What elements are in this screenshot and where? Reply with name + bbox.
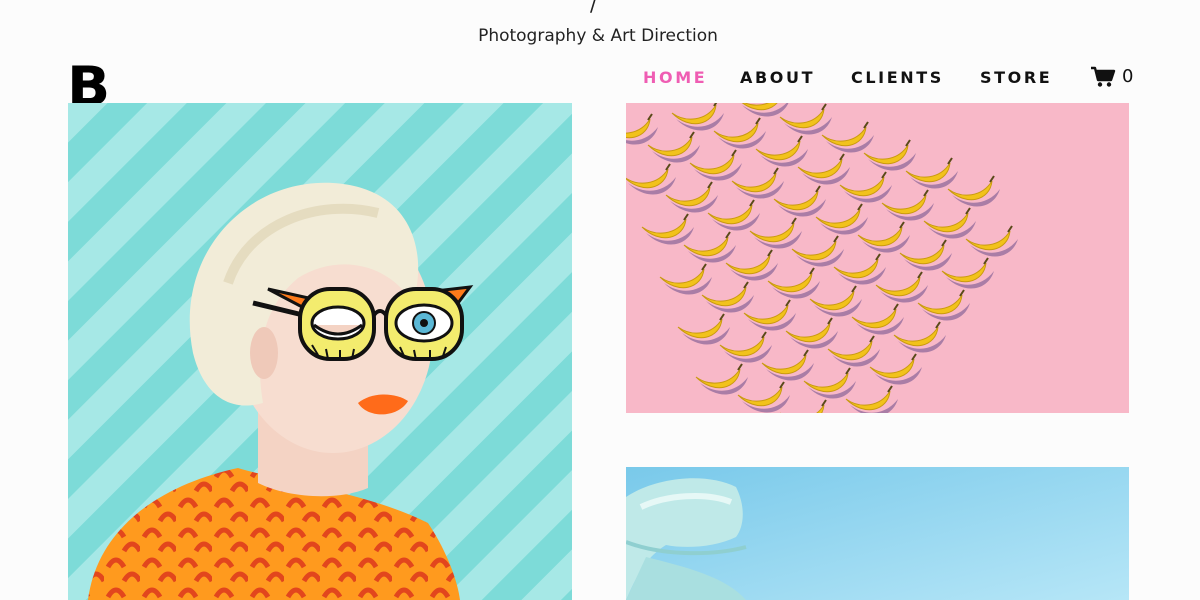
nav-home[interactable]: HOME (643, 68, 707, 87)
gallery-tile-bananas[interactable] (626, 103, 1129, 413)
nav-about[interactable]: ABOUT (740, 68, 815, 87)
gallery-tile-portrait[interactable] (68, 103, 572, 600)
site-tagline: Photography & Art Direction (478, 26, 718, 46)
glass-image (626, 467, 1129, 600)
nav-store[interactable]: STORE (980, 68, 1052, 87)
gallery-tile-glass[interactable] (626, 467, 1129, 600)
top-slash: / (590, 0, 597, 16)
nav-clients[interactable]: CLIENTS (851, 68, 944, 87)
banana-image (626, 103, 1129, 413)
portrait-image (68, 103, 572, 600)
main-nav: HOME ABOUT CLIENTS STORE (0, 68, 1200, 90)
cart-count: 0 (1122, 66, 1134, 87)
cart-icon (1091, 66, 1116, 87)
page: / Photography & Art Direction B HOME ABO… (0, 0, 1200, 600)
